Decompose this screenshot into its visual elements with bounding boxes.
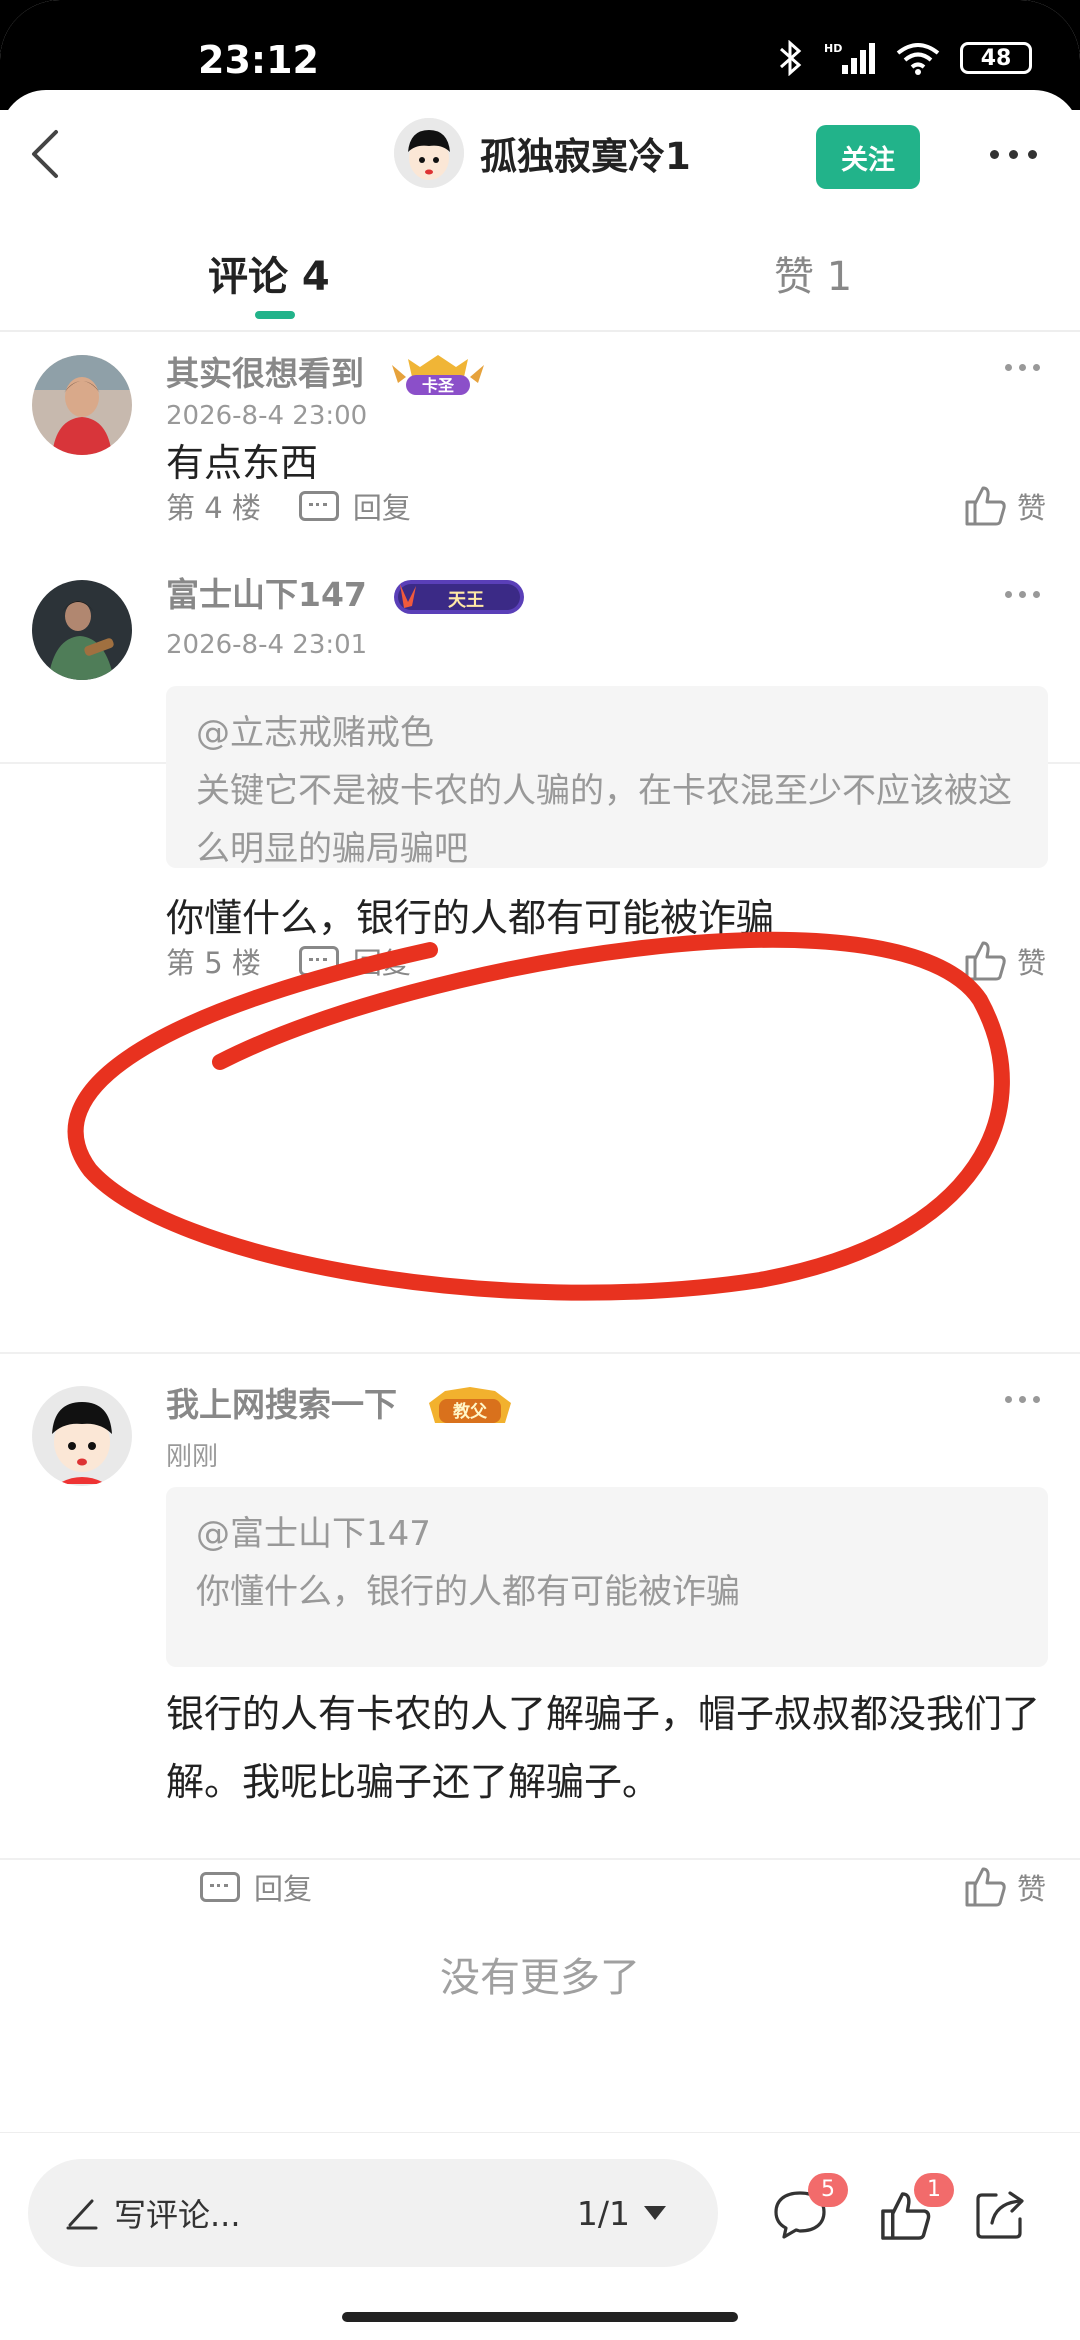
page-title: 孤独寂寞冷1 xyxy=(480,135,691,178)
share-button[interactable] xyxy=(970,2185,1040,2255)
header: 孤独寂寞冷1 关注 xyxy=(0,90,1080,220)
reply-icon[interactable] xyxy=(298,946,339,976)
rank-badge: 卡圣 xyxy=(391,354,484,395)
like-label: 赞 xyxy=(1016,946,1046,980)
reply-button[interactable]: 回复 xyxy=(353,940,411,982)
page-selector[interactable]: 1/1 xyxy=(577,2194,666,2233)
cartoon-avatar-icon xyxy=(32,1386,132,1486)
like-button[interactable]: 1 xyxy=(874,2173,954,2253)
thumbs-up-icon xyxy=(965,941,1006,981)
author-name: 其实很想看到 xyxy=(166,354,364,393)
photo-avatar-icon xyxy=(32,355,132,455)
quoted-text: 关键它不是被卡农的人骗的，在卡农混至少不应该被这么明显的骗局骗吧 xyxy=(196,771,1012,869)
like-label: 赞 xyxy=(1016,491,1046,525)
section-divider xyxy=(0,1858,1080,1860)
like-button[interactable]: 赞 xyxy=(963,1865,1046,1909)
comment-text: 银行的人有卡农的人了解骗子，帽子叔叔都没我们了解。我呢比骗子还了解骗子。 xyxy=(166,1692,1041,1804)
comment-time: 2026-8-4 23:00 xyxy=(166,401,368,431)
comment-item: 富士山下147 天王 2026-8-4 23:01 @立志戒赌戒色 关键它不是被… xyxy=(0,558,1080,981)
avatar[interactable] xyxy=(32,580,132,680)
comment-count-badge: 5 xyxy=(808,2173,848,2207)
signal-icon: HD xyxy=(824,42,875,74)
comment-item: 我上网搜索一下 教父 刚刚 @富士山下147 你懂什么，银行的人都有可能被诈骗 … xyxy=(0,1362,1080,1922)
back-icon[interactable] xyxy=(20,124,80,184)
comment-footer: 回复 赞 xyxy=(200,1862,1046,1912)
avatar[interactable] xyxy=(32,1386,132,1486)
wifi-icon xyxy=(896,43,940,75)
thumbs-up-icon xyxy=(965,486,1006,526)
comment-more-icon[interactable] xyxy=(1005,364,1040,371)
comment-author[interactable]: 其实很想看到 卡圣 xyxy=(166,347,486,399)
avatar[interactable] xyxy=(394,118,464,188)
tab-indicator xyxy=(255,311,295,319)
write-comment-placeholder: 写评论... xyxy=(114,2196,241,2234)
floor-number: 第 5 楼 xyxy=(166,946,261,980)
thumbs-up-icon xyxy=(965,1867,1006,1907)
comment-more-icon[interactable] xyxy=(1005,1396,1040,1403)
photo-avatar-icon xyxy=(32,580,132,680)
reply-button[interactable]: 回复 xyxy=(254,1866,312,1908)
page-indicator: 1/1 xyxy=(576,2193,630,2233)
like-count-badge: 1 xyxy=(914,2173,954,2207)
write-comment-input[interactable]: 写评论... 1/1 xyxy=(28,2159,718,2267)
reply-icon[interactable] xyxy=(298,491,339,521)
rank-badge: 天王 xyxy=(394,579,525,614)
comments-button[interactable]: 5 xyxy=(764,2173,848,2253)
section-divider xyxy=(0,1352,1080,1354)
tab-bar: 评论 4 赞 1 xyxy=(0,220,1080,332)
tab-comments[interactable]: 评论 4 xyxy=(208,244,330,302)
header-user[interactable]: 孤独寂寞冷1 xyxy=(394,118,691,188)
author-name: 我上网搜索一下 xyxy=(166,1385,397,1424)
cartoon-avatar-icon xyxy=(394,118,464,188)
quoted-comment[interactable]: @立志戒赌戒色 关键它不是被卡农的人骗的，在卡农混至少不应该被这么明显的骗局骗吧 xyxy=(166,686,1048,869)
rank-badge: 教父 xyxy=(428,1386,511,1423)
comment-footer: 第 4 楼 回复 赞 xyxy=(166,481,1046,531)
quoted-user: @富士山下147 xyxy=(196,1514,431,1554)
quoted-comment[interactable]: @富士山下147 你懂什么，银行的人都有可能被诈骗 xyxy=(166,1487,1048,1667)
badge-text: 卡圣 xyxy=(421,376,454,395)
reply-button[interactable]: 回复 xyxy=(353,485,411,527)
floor-number: 第 4 楼 xyxy=(166,491,261,525)
no-more-text: 没有更多了 xyxy=(440,1955,640,2001)
like-button[interactable]: 赞 xyxy=(963,484,1046,528)
svg-text:HD: HD xyxy=(824,42,842,55)
comment-time: 刚刚 xyxy=(166,1442,219,1472)
author-name: 富士山下147 xyxy=(166,575,367,614)
comment-author[interactable]: 我上网搜索一下 教父 xyxy=(166,1378,517,1429)
app-screen: 23:12 HD 48 孤独寂寞冷1 关注 评论 4 赞 1 其实很想看到 卡圣… xyxy=(0,0,1080,2340)
badge-text: 教父 xyxy=(452,1401,488,1422)
home-indicator[interactable] xyxy=(342,2312,738,2322)
comment-more-icon[interactable] xyxy=(1005,591,1040,598)
pencil-icon xyxy=(66,2199,98,2230)
like-label: 赞 xyxy=(1016,1872,1046,1906)
badge-text: 天王 xyxy=(448,590,484,611)
bottom-bar: 写评论... 1/1 5 1 xyxy=(0,2132,1080,2312)
dropdown-arrow-icon xyxy=(644,2206,666,2220)
tab-likes[interactable]: 赞 1 xyxy=(774,244,852,302)
quoted-user: @立志戒赌戒色 xyxy=(196,713,434,753)
bluetooth-icon xyxy=(780,40,802,76)
more-options-icon[interactable] xyxy=(990,150,1037,159)
status-icons: HD 48 xyxy=(778,40,1032,76)
quoted-text: 你懂什么，银行的人都有可能被诈骗 xyxy=(196,1572,740,1612)
avatar[interactable] xyxy=(32,355,132,455)
follow-button[interactable]: 关注 xyxy=(816,125,920,189)
status-time: 23:12 xyxy=(198,38,319,82)
battery-icon: 48 xyxy=(960,42,1032,74)
like-button[interactable]: 赞 xyxy=(963,939,1046,983)
comment-time: 2026-8-4 23:01 xyxy=(166,630,368,660)
comment-footer: 第 5 楼 回复 赞 xyxy=(166,936,1046,986)
reply-icon[interactable] xyxy=(200,1872,240,1902)
comment-item: 其实很想看到 卡圣 2026-8-4 23:00 有点东西 第 4 楼 回复 赞 xyxy=(0,333,1080,546)
share-icon xyxy=(976,2191,1024,2239)
comment-author[interactable]: 富士山下147 天王 xyxy=(166,568,526,618)
